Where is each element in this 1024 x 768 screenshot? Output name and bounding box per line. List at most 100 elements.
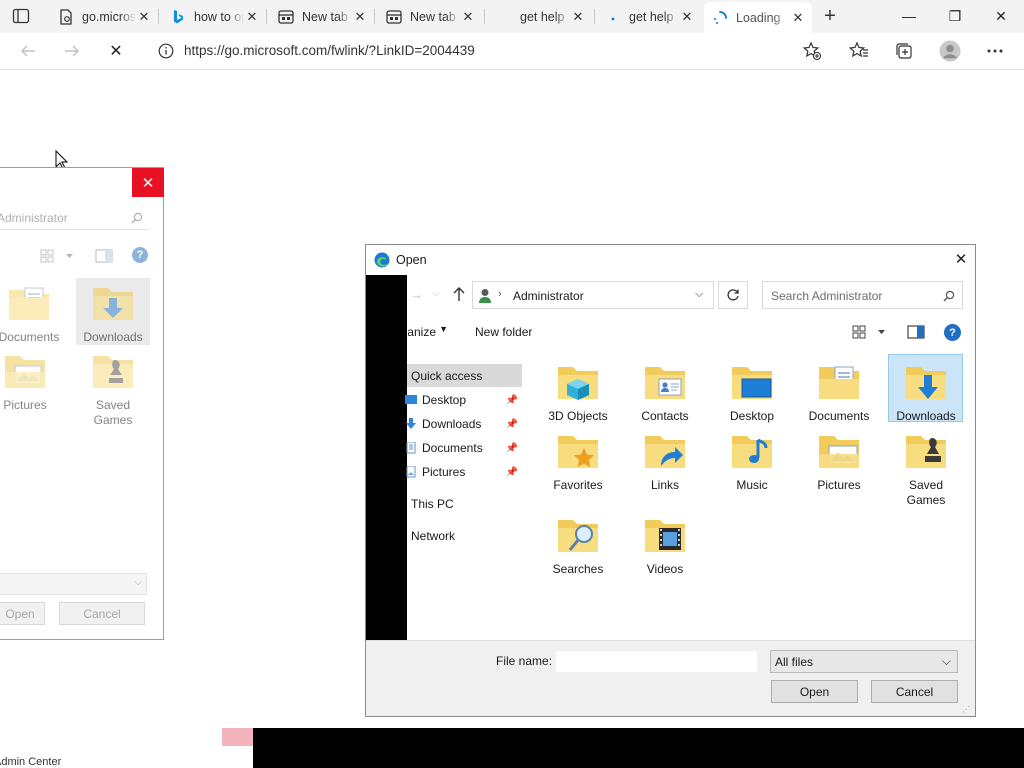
background-file-type-select[interactable]: ⌵ [0,573,147,595]
folder-searches[interactable]: Searches [538,512,618,577]
nav-this-pc[interactable]: This PC [411,497,454,511]
admin-center-label[interactable]: Admin Center [0,756,61,768]
dialog-close-button[interactable]: ✕ [946,245,976,273]
tab-actions-icon[interactable] [12,8,30,24]
background-folder-downloads[interactable]: Downloads [73,280,153,345]
location-dropdown-chevron-icon[interactable]: ⌵ [695,288,703,301]
folder-music[interactable]: Music [712,428,792,493]
newtab-icon [278,9,294,25]
nav-item-pictures[interactable]: Pictures 📌 [404,465,522,479]
cancel-button[interactable]: Cancel [871,680,958,703]
folder-downloads[interactable]: Downloads [886,359,966,424]
minimize-button[interactable]: — [886,0,932,32]
tab-close-icon[interactable]: ✕ [570,9,586,25]
folder-label: Searches [552,562,604,576]
folder-contacts[interactable]: Contacts [625,359,705,424]
help-icon[interactable]: ? [944,324,961,341]
open-dialog: Open ✕ → ⌵ › Administrator ⌵ Search Admi… [365,244,976,717]
search-icon [131,212,143,224]
address-text[interactable]: https://go.microsoft.com/fwlink/?LinkID=… [184,43,475,58]
help-icon[interactable]: ? [132,247,148,263]
search-placeholder: Search Administrator [771,289,883,303]
forward-button[interactable] [57,37,87,65]
folder-saved-games[interactable]: Saved Games [886,428,966,508]
folder-label: Desktop [729,409,775,423]
nav-item-documents[interactable]: Documents 📌 [404,441,522,455]
nav-item-downloads[interactable]: Downloads 📌 [404,417,522,431]
tab-new-tab-1[interactable]: New tab ✕ [270,4,374,29]
info-icon[interactable] [158,43,174,59]
preview-pane-icon[interactable] [95,249,113,266]
favorites-button[interactable] [844,37,874,65]
folder-videos[interactable]: Videos [625,512,705,577]
new-tab-button[interactable]: + [816,4,844,29]
nav-label: Desktop [422,393,467,407]
tab-how-to-open[interactable]: how to open ✕ [162,4,266,29]
file-name-input[interactable] [555,650,758,673]
breadcrumb[interactable]: Administrator [513,289,584,303]
tab-loading[interactable]: Loading ✕ [704,2,812,33]
resize-grip-icon[interactable]: ⋰ [962,705,970,714]
folder-links[interactable]: Links [625,428,705,493]
up-arrow-icon[interactable] [452,286,466,305]
restore-button[interactable]: ❐ [932,0,978,32]
background-folder-saved-games[interactable]: Saved Games [73,348,153,428]
new-folder-button[interactable]: New folder [475,325,532,339]
refresh-button[interactable] [718,281,748,309]
profile-button[interactable] [935,37,965,65]
organize-label: Organize [408,325,436,339]
forward-nav-arrow-icon[interactable]: → [410,287,423,302]
videos-folder-icon [645,520,685,552]
browser-toolbar: ✕ https://go.microsoft.com/fwlink/?LinkI… [0,33,1024,70]
folder-pictures[interactable]: Pictures [799,428,879,493]
organize-menu[interactable]: Organize ▼ [408,325,448,343]
recent-locations-chevron-icon[interactable]: ⌵ [432,288,440,299]
tab-get-help-1[interactable]: get help ✕ [488,4,592,29]
links-folder-icon [645,436,685,468]
tab-close-icon[interactable]: ✕ [460,9,476,25]
background-search-box[interactable]: Administrator [0,206,149,230]
address-bar[interactable]: https://go.microsoft.com/fwlink/?LinkID=… [146,36,842,65]
file-type-value: All files [775,655,814,669]
preview-pane-icon[interactable] [907,325,925,342]
tab-close-icon[interactable]: ✕ [244,9,260,25]
settings-more-button[interactable] [980,37,1010,65]
background-folder-pictures[interactable]: Pictures [0,348,65,413]
downloads-small-icon [406,418,416,429]
back-button[interactable] [13,37,43,65]
tab-close-icon[interactable]: ✕ [679,9,695,25]
location-bar[interactable]: › Administrator ⌵ [472,281,714,309]
edge-icon [374,252,390,268]
folder-3d-objects[interactable]: 3D Objects [538,359,618,424]
tab-close-icon[interactable]: ✕ [790,10,806,26]
tab-new-tab-2[interactable]: New tab ✕ [378,4,482,29]
background-cancel-button[interactable]: Cancel [59,602,145,625]
folder-desktop[interactable]: Desktop [712,359,792,424]
nav-network[interactable]: Network [411,529,455,543]
background-folder-documents[interactable]: Documents [0,280,69,345]
documents-folder-icon [819,366,859,399]
file-type-select[interactable]: All files ⌵ [770,650,958,673]
tab-separator [484,9,485,24]
view-options-icon[interactable] [852,324,888,340]
tab-get-help-2[interactable]: get help ✕ [597,4,701,29]
add-favorite-button[interactable] [797,37,827,65]
search-box[interactable]: Search Administrator [762,281,963,309]
taskbar-pink-tile [222,728,253,746]
background-open-button[interactable]: Open [0,602,45,625]
folder-documents[interactable]: Documents [799,359,879,424]
nav-item-desktop[interactable]: Desktop 📌 [404,393,522,407]
stop-loading-button[interactable]: ✕ [101,37,131,65]
search-icon [943,290,955,302]
tab-go-microsoft[interactable]: go.microsoft.com ✕ [50,4,158,29]
folder-favorites[interactable]: Favorites [538,428,618,493]
view-options-icon[interactable] [40,248,76,264]
background-dialog-close-button[interactable]: ✕ [132,168,164,197]
blank-icon [496,9,512,25]
open-button[interactable]: Open [771,680,858,703]
tab-close-icon[interactable]: ✕ [136,9,152,25]
tab-close-icon[interactable]: ✕ [352,9,368,25]
window-close-button[interactable]: ✕ [978,0,1024,32]
collections-button[interactable] [889,37,919,65]
nav-quick-access[interactable]: Quick access [411,369,482,383]
